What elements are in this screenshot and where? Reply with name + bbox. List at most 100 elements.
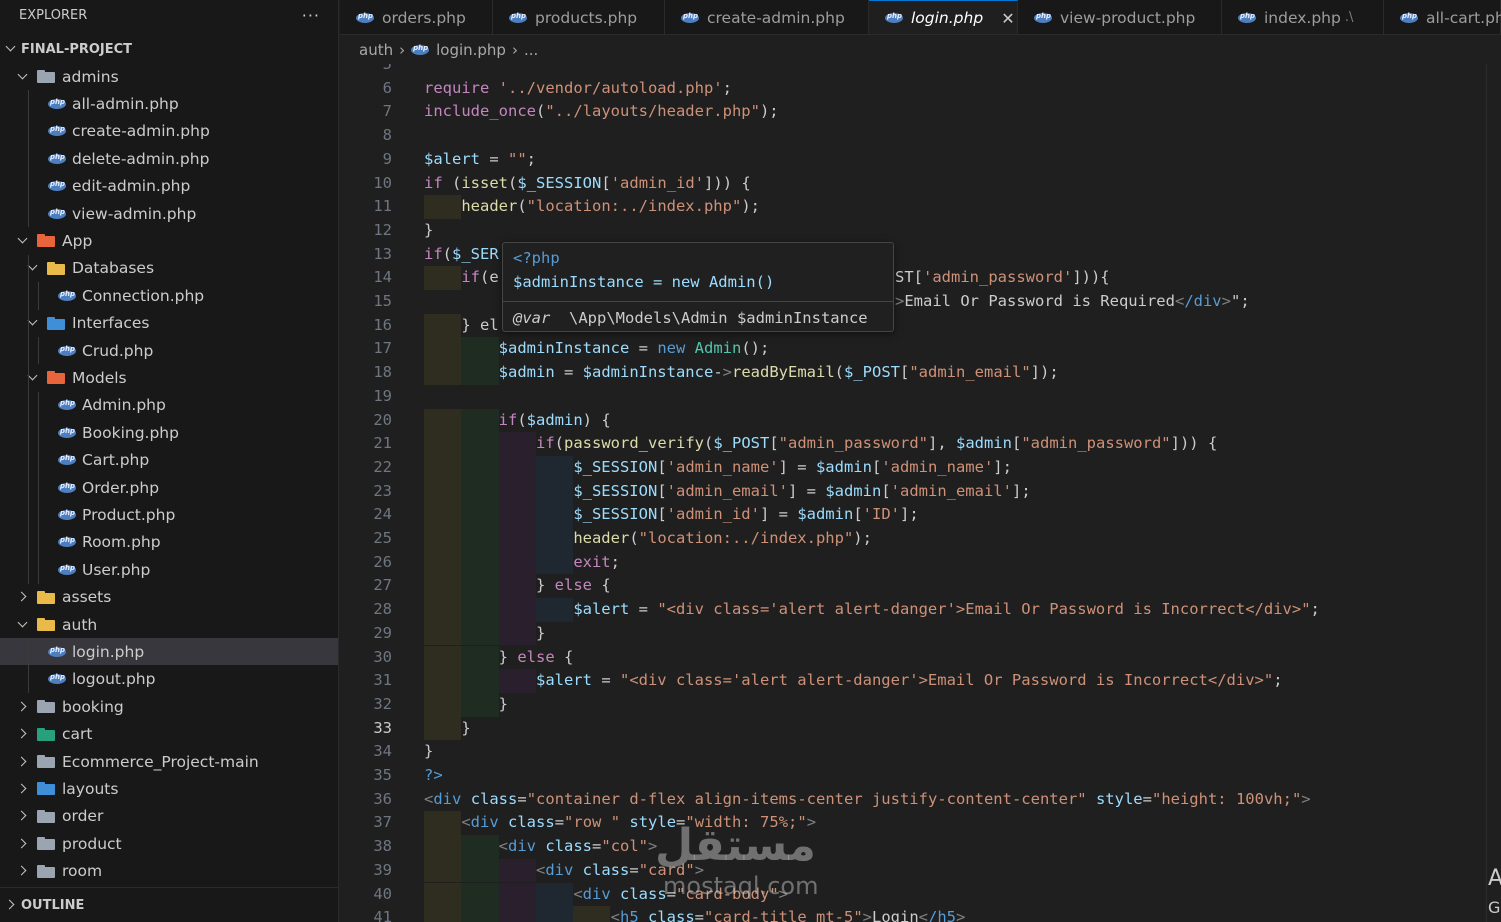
- php-file-icon: [48, 208, 66, 219]
- code-line[interactable]: }: [424, 740, 433, 764]
- code-line[interactable]: $adminInstance = new Admin();: [424, 337, 770, 361]
- file-item[interactable]: edit-admin.php: [0, 173, 338, 200]
- code-line[interactable]: if($admin) {: [424, 409, 611, 433]
- tab-label: index.php: [1264, 8, 1341, 27]
- chevron-right-icon: [16, 590, 30, 604]
- file-item[interactable]: logout.php: [0, 666, 338, 693]
- code-line[interactable]: exit;: [424, 551, 620, 575]
- file-item[interactable]: create-admin.php: [0, 118, 338, 145]
- file-item[interactable]: view-admin.php: [0, 200, 338, 227]
- code-line[interactable]: $alert = "<div class='alert alert-danger…: [424, 598, 1320, 622]
- file-item[interactable]: Order.php: [0, 474, 338, 501]
- code-line[interactable]: <div class="col">: [424, 835, 658, 859]
- line-number: 38: [373, 837, 392, 856]
- outline-title: OUTLINE: [21, 897, 85, 913]
- code-line[interactable]: }: [424, 717, 470, 741]
- folder-item[interactable]: product: [0, 830, 338, 857]
- php-file-icon: [48, 646, 66, 657]
- code-line[interactable]: }: [424, 219, 433, 243]
- code-line[interactable]: $_SESSION['admin_email'] = $admin['admin…: [424, 480, 1030, 504]
- code-line[interactable]: <div class="container d-flex align-items…: [424, 788, 1311, 812]
- tab-login[interactable]: login.php ✕: [869, 0, 1018, 34]
- code-line[interactable]: } else {: [424, 574, 611, 598]
- code-editor[interactable]: 5 6 require '../vendor/autoload.php'; 7 incl…: [340, 64, 1501, 922]
- php-file-icon: [58, 345, 76, 356]
- code-line[interactable]: include_once("../layouts/header.php");: [424, 100, 779, 124]
- chevron-down-icon: [4, 42, 18, 56]
- breadcrumb-folder[interactable]: auth: [359, 41, 393, 59]
- chevron-right-icon: [4, 898, 18, 912]
- project-section-header[interactable]: FINAL-PROJECT: [0, 34, 338, 64]
- code-line[interactable]: $alert = "<div class='alert alert-danger…: [424, 669, 1283, 693]
- folder-open-icon: [37, 618, 56, 631]
- file-item[interactable]: all-admin.php: [0, 90, 338, 117]
- tab-index[interactable]: index.php.\: [1222, 0, 1384, 34]
- folder-item[interactable]: order: [0, 803, 338, 830]
- php-file-icon: [48, 673, 66, 685]
- file-item[interactable]: Cart.php: [0, 447, 338, 474]
- tab-view-product[interactable]: view-product.php: [1018, 0, 1222, 34]
- code-line[interactable]: } el: [424, 314, 498, 338]
- code-line[interactable]: }: [424, 622, 545, 646]
- file-item[interactable]: User.php: [0, 556, 338, 583]
- code-line[interactable]: $admin = $adminInstance->readByEmail($_P…: [424, 361, 1059, 385]
- code-line[interactable]: ?>: [424, 764, 443, 788]
- php-file-icon: [58, 399, 76, 411]
- folder-item[interactable]: assets: [0, 584, 338, 611]
- line-number: 35: [373, 766, 392, 784]
- code-line[interactable]: } else {: [424, 646, 574, 670]
- code-line[interactable]: header("location:../index.php");: [424, 527, 872, 551]
- folder-item[interactable]: admins: [0, 63, 338, 90]
- tree-item-label: Interfaces: [72, 314, 150, 333]
- code-line[interactable]: if(e: [424, 266, 498, 290]
- file-item[interactable]: login.php: [0, 638, 338, 666]
- code-line[interactable]: $alert = "";: [424, 148, 536, 172]
- folder-item[interactable]: Databases: [0, 255, 338, 282]
- code-line[interactable]: }: [424, 693, 508, 717]
- tab-create-admin[interactable]: create-admin.php: [665, 0, 869, 34]
- file-item[interactable]: Connection.php: [0, 282, 338, 309]
- file-item[interactable]: Crud.php: [0, 337, 338, 364]
- file-item[interactable]: delete-admin.php: [0, 145, 338, 172]
- folder-icon: [37, 590, 56, 604]
- code-line[interactable]: if (isset($_SESSION['admin_id'])) {: [424, 172, 751, 196]
- editor-scrollbar[interactable]: [1486, 64, 1501, 922]
- close-icon[interactable]: ✕: [1001, 9, 1014, 28]
- folder-open-icon: [37, 70, 56, 83]
- breadcrumb-symbols[interactable]: ...: [524, 41, 538, 59]
- code-line[interactable]: $_SESSION['admin_id'] = $admin['ID'];: [424, 503, 918, 527]
- more-actions-icon[interactable]: ···: [302, 6, 320, 25]
- tab-orders[interactable]: orders.php: [340, 0, 493, 34]
- tree-item-label: Room.php: [82, 533, 161, 552]
- code-line[interactable]: if($_SER: [424, 243, 499, 267]
- code-line[interactable]: header("location:../index.php");: [424, 195, 760, 219]
- tree-item-label: Booking.php: [82, 423, 179, 442]
- file-item[interactable]: Room.php: [0, 529, 338, 556]
- folder-item[interactable]: Models: [0, 364, 338, 391]
- tab-label: view-product.php: [1060, 8, 1196, 27]
- folder-item[interactable]: App: [0, 227, 338, 254]
- code-line[interactable]: require '../vendor/autoload.php';: [424, 77, 732, 101]
- code-line-tail[interactable]: ST['admin_password'])){: [895, 266, 1110, 290]
- tab-all-cart[interactable]: all-cart.php: [1384, 0, 1501, 34]
- code-line-tail[interactable]: >Email Or Password is Required</div>";: [895, 290, 1250, 314]
- file-item[interactable]: Admin.php: [0, 392, 338, 419]
- folder-icon: [37, 837, 56, 851]
- breadcrumb-file[interactable]: login.php: [436, 41, 506, 59]
- file-item[interactable]: Product.php: [0, 501, 338, 528]
- tree-item-label: auth: [62, 615, 98, 634]
- folder-item[interactable]: booking: [0, 693, 338, 720]
- code-line[interactable]: if(password_verify($_POST["admin_passwor…: [424, 432, 1217, 456]
- outline-section-header[interactable]: OUTLINE: [0, 887, 338, 922]
- folder-item[interactable]: room: [0, 858, 338, 885]
- folder-item[interactable]: cart: [0, 721, 338, 748]
- tab-products[interactable]: products.php: [493, 0, 665, 34]
- file-item[interactable]: Booking.php: [0, 419, 338, 446]
- folder-item[interactable]: Ecommerce_Project-main: [0, 748, 338, 775]
- folder-item[interactable]: layouts: [0, 775, 338, 802]
- code-line[interactable]: $_SESSION['admin_name'] = $admin['admin_…: [424, 456, 1012, 480]
- tree-item-label: edit-admin.php: [72, 177, 191, 196]
- folder-item[interactable]: auth: [0, 611, 338, 638]
- code-line[interactable]: <h5 class="card-title mt-5">Login</h5>: [424, 906, 966, 922]
- folder-item[interactable]: Interfaces: [0, 310, 338, 337]
